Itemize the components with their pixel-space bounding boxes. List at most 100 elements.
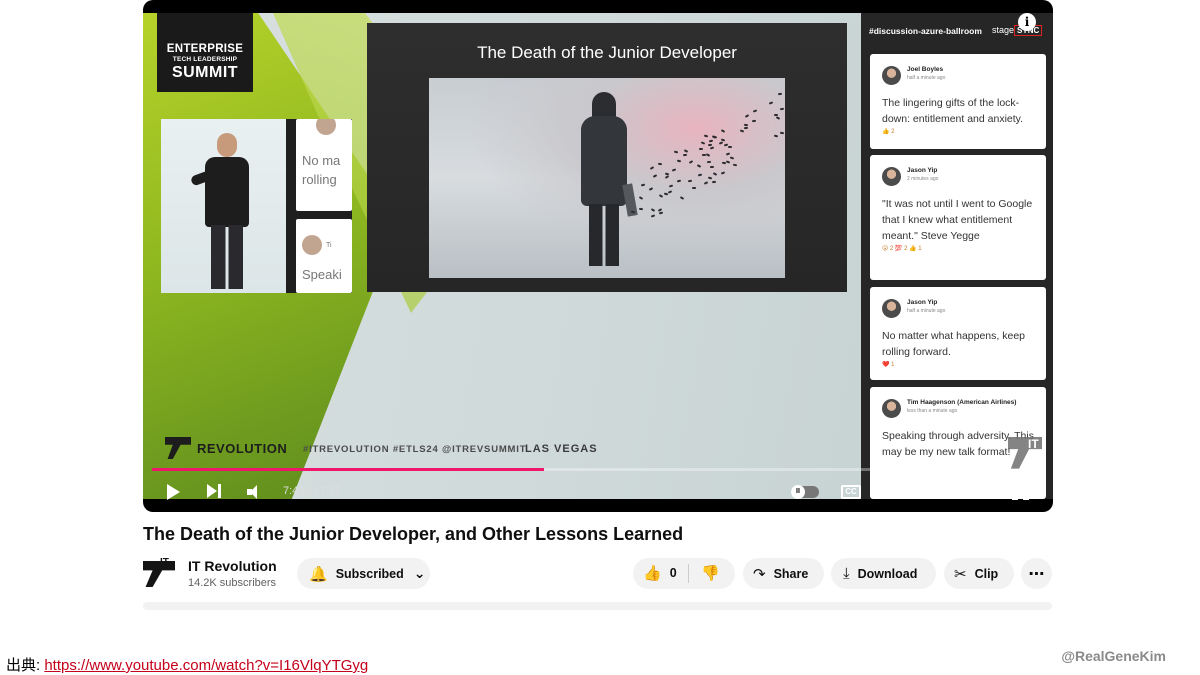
channel-avatar[interactable]: IT bbox=[143, 557, 175, 589]
bird-shape bbox=[709, 146, 715, 150]
bird-shape bbox=[697, 173, 703, 177]
source-link[interactable]: https://www.youtube.com/watch?v=I16VlqYT… bbox=[44, 657, 368, 674]
event-logo-line2: TECH LEADERSHIP bbox=[172, 56, 238, 63]
progress-fill bbox=[152, 468, 545, 471]
mini-chat-line: rolling bbox=[302, 172, 337, 187]
user-avatar bbox=[882, 66, 901, 85]
bird-shape bbox=[708, 176, 713, 180]
bird-shape bbox=[687, 180, 693, 183]
author-handle: @RealGeneKim bbox=[1061, 648, 1166, 664]
fullscreen-icon[interactable] bbox=[1012, 483, 1029, 500]
bird-shape bbox=[699, 147, 704, 150]
subscribed-label: Subscribed bbox=[335, 566, 404, 581]
it-revolution-brand: REVOLUTION bbox=[165, 437, 287, 459]
it-revolution-logo-icon bbox=[143, 561, 175, 587]
chat-text: "It was not until I went to Google that … bbox=[882, 198, 1033, 242]
channel-name[interactable]: IT Revolution bbox=[188, 558, 277, 574]
mini-chat-card: Ti Speaki bbox=[296, 219, 352, 293]
more-actions-button[interactable]: ⋯ bbox=[1021, 558, 1052, 589]
play-icon[interactable] bbox=[167, 484, 180, 500]
bird-shape bbox=[697, 164, 702, 169]
dislike-button[interactable]: 👎 bbox=[701, 564, 728, 582]
video-frame[interactable]: ENTERPRISE TECH LEADERSHIP SUMMIT No ma … bbox=[143, 13, 1053, 499]
chat-timestamp: less than a minute ago bbox=[907, 408, 958, 414]
like-button[interactable]: 👍 0 bbox=[643, 564, 677, 582]
video-title: The Death of the Junior Developer, and O… bbox=[143, 524, 684, 544]
chat-channel-name: #discussion-azure-ballroom bbox=[869, 26, 982, 36]
bird-shape bbox=[740, 129, 745, 133]
chat-text: The lingering gifts of the lock-down: en… bbox=[882, 97, 1024, 125]
user-avatar bbox=[882, 399, 901, 418]
bird-shape bbox=[664, 172, 669, 176]
bird-shape bbox=[672, 168, 677, 172]
clip-button[interactable]: ✂ Clip bbox=[944, 558, 1014, 589]
bird-shape bbox=[703, 134, 709, 138]
clip-label: Clip bbox=[974, 566, 999, 581]
autoplay-toggle[interactable]: II bbox=[791, 485, 819, 499]
bird-shape bbox=[649, 166, 655, 170]
chat-text: No matter what happens, keep rolling for… bbox=[882, 330, 1026, 358]
bird-shape bbox=[774, 134, 779, 138]
like-dislike-group: 👍 0 👎 bbox=[633, 558, 735, 589]
speaker-camera bbox=[161, 119, 286, 293]
chat-message: Joel Boyles half a minute ago The lingeri… bbox=[870, 54, 1046, 149]
bird-shape bbox=[688, 160, 694, 164]
volume-icon[interactable] bbox=[247, 485, 261, 499]
scissors-icon: ✂ bbox=[954, 565, 967, 583]
it-revolution-logo-icon bbox=[165, 437, 191, 459]
bird-shape bbox=[727, 145, 732, 148]
source-label: 出典: bbox=[6, 657, 45, 674]
settings-gear-icon[interactable]: ⚙ bbox=[884, 482, 901, 501]
progress-bar[interactable] bbox=[152, 468, 1044, 471]
next-video-icon[interactable] bbox=[207, 484, 221, 500]
subscriber-count: 14.2K subscribers bbox=[188, 577, 277, 589]
bird-shape bbox=[639, 207, 644, 211]
bird-shape bbox=[733, 163, 738, 167]
video-player[interactable]: ENTERPRISE TECH LEADERSHIP SUMMIT No ma … bbox=[143, 0, 1053, 512]
bird-shape bbox=[743, 123, 748, 126]
bird-shape bbox=[706, 153, 711, 158]
speaker-figure bbox=[189, 133, 257, 291]
subscribed-button[interactable]: 🔔 Subscribed ⌄ bbox=[297, 558, 430, 589]
chevron-down-icon: ⌄ bbox=[413, 565, 426, 581]
captions-icon[interactable]: CC bbox=[841, 485, 861, 499]
thumbs-down-icon: 👎 bbox=[701, 565, 720, 582]
bird-shape bbox=[651, 208, 656, 212]
bird-shape bbox=[683, 154, 688, 157]
chat-timestamp: half a minute ago bbox=[907, 75, 946, 81]
share-button[interactable]: ↷ Share bbox=[743, 558, 824, 589]
chat-reactions: ❤️ 1 bbox=[882, 362, 895, 368]
chat-author: Joel Boyles bbox=[907, 66, 944, 73]
share-label: Share bbox=[773, 566, 809, 581]
bird-shape bbox=[657, 162, 663, 165]
brand-text: REVOLUTION bbox=[197, 440, 288, 456]
bird-shape bbox=[725, 151, 731, 156]
bird-shape bbox=[720, 171, 726, 175]
theater-mode-icon[interactable] bbox=[968, 486, 990, 498]
chat-reactions: 👍 2 bbox=[882, 129, 895, 135]
share-icon: ↷ bbox=[753, 565, 766, 583]
chat-author: Tim Haagenson (American Airlines) bbox=[907, 399, 1017, 406]
bird-shape bbox=[638, 195, 644, 200]
autoplay-pause-icon: II bbox=[791, 485, 805, 499]
bird-shape bbox=[658, 194, 663, 199]
bird-shape bbox=[663, 192, 669, 196]
mini-chat-line: Speaki bbox=[302, 267, 342, 282]
miniplayer-icon[interactable] bbox=[926, 485, 946, 499]
page: ENTERPRISE TECH LEADERSHIP SUMMIT No ma … bbox=[0, 0, 1200, 675]
divider bbox=[688, 564, 689, 583]
info-icon[interactable]: i bbox=[1018, 13, 1036, 31]
bird-shape bbox=[683, 149, 688, 154]
bird-shape bbox=[679, 195, 685, 200]
download-button[interactable]: ⤓ Download bbox=[831, 558, 936, 589]
mini-avatar bbox=[302, 235, 322, 255]
description-box-edge bbox=[143, 602, 1052, 610]
download-label: Download bbox=[857, 566, 918, 581]
player-controls: 7:43 / 17:35 II CC ⚙ bbox=[143, 474, 1053, 510]
event-logo-line3: SUMMIT bbox=[171, 64, 239, 81]
bird-shape bbox=[775, 116, 781, 121]
bird-shape bbox=[712, 180, 717, 184]
watermark-text: IT bbox=[1028, 437, 1039, 451]
time-display: 7:43 / 17:35 bbox=[283, 485, 342, 497]
bell-icon: 🔔 bbox=[309, 565, 328, 583]
